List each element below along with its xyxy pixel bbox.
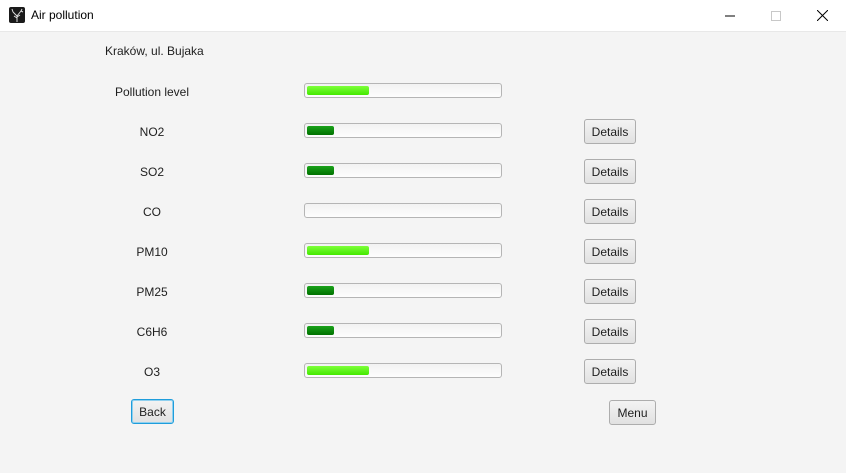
menu-button[interactable]: Menu (609, 400, 656, 425)
minimize-icon (725, 15, 735, 16)
c6h6-fill (307, 326, 334, 335)
close-button[interactable] (799, 0, 845, 31)
o3-label: O3 (143, 365, 160, 379)
pollution-level-label: Pollution level (114, 85, 190, 99)
c6h6-bar (304, 323, 502, 338)
so2-details-button[interactable]: Details (584, 159, 636, 184)
no2-label: NO2 (139, 125, 165, 139)
pm10-fill (307, 246, 369, 255)
so2-fill (307, 166, 334, 175)
title-bar: Air pollution (0, 0, 846, 32)
pm10-bar (304, 243, 502, 258)
co-details-button[interactable]: Details (584, 199, 636, 224)
so2-bar (304, 163, 502, 178)
co-label: CO (143, 205, 161, 219)
pm25-details-button[interactable]: Details (584, 279, 636, 304)
so2-label: SO2 (139, 165, 164, 179)
no2-fill (307, 126, 334, 135)
maximize-icon (771, 10, 781, 21)
o3-bar (304, 363, 502, 378)
minimize-button[interactable] (707, 0, 753, 31)
o3-fill (307, 366, 369, 375)
co-bar (304, 203, 502, 218)
location-label: Kraków, ul. Bujaka (105, 44, 204, 58)
window-title: Air pollution (31, 8, 94, 22)
pm25-label: PM25 (136, 285, 168, 299)
maximize-button[interactable] (753, 0, 799, 31)
pm25-bar (304, 283, 502, 298)
pm10-label: PM10 (136, 245, 168, 259)
c6h6-label: C6H6 (136, 325, 168, 339)
pollution-level-bar (304, 83, 502, 98)
c6h6-details-button[interactable]: Details (584, 319, 636, 344)
pollution-level-fill (307, 86, 369, 95)
no2-bar (304, 123, 502, 138)
back-button[interactable]: Back (131, 399, 174, 424)
no2-details-button[interactable]: Details (584, 119, 636, 144)
tree-icon (9, 7, 25, 23)
close-icon (816, 10, 828, 21)
pm25-fill (307, 286, 334, 295)
o3-details-button[interactable]: Details (584, 359, 636, 384)
pm10-details-button[interactable]: Details (584, 239, 636, 264)
